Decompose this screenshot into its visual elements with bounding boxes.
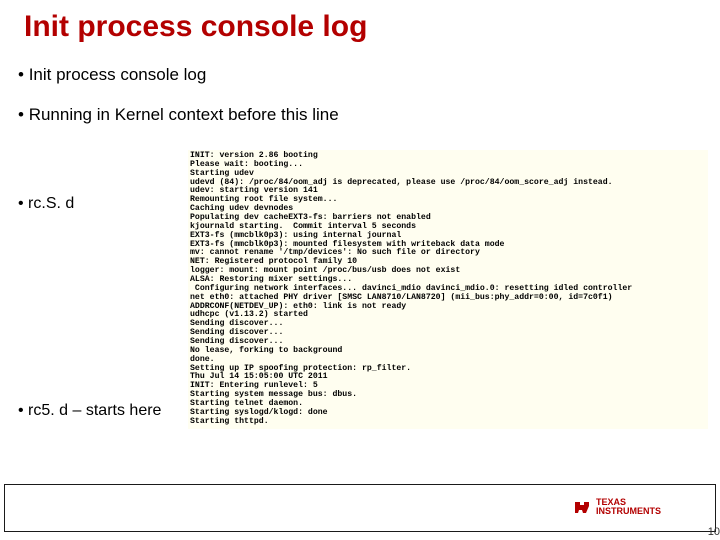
ti-text-line2: INSTRUMENTS [596,506,661,516]
footer-bar: TEXAS INSTRUMENTS [4,484,716,532]
label-rcS: rc.S. d [18,195,74,213]
console-log-block: INIT: version 2.86 booting Please wait: … [188,150,708,429]
bullet-item: Running in Kernel context before this li… [18,102,698,128]
ti-chip-icon [572,497,592,517]
ti-logo: TEXAS INSTRUMENTS [572,497,661,517]
ti-logo-text: TEXAS INSTRUMENTS [596,498,661,516]
slide: Init process console log Init process co… [0,0,720,540]
label-rc5: rc5. d – starts here [18,400,161,422]
bullet-list: Init process console log Running in Kern… [18,62,698,141]
page-number-fragment: 10 [708,526,720,538]
bullet-item: Init process console log [18,62,698,88]
slide-title: Init process console log [24,10,367,44]
